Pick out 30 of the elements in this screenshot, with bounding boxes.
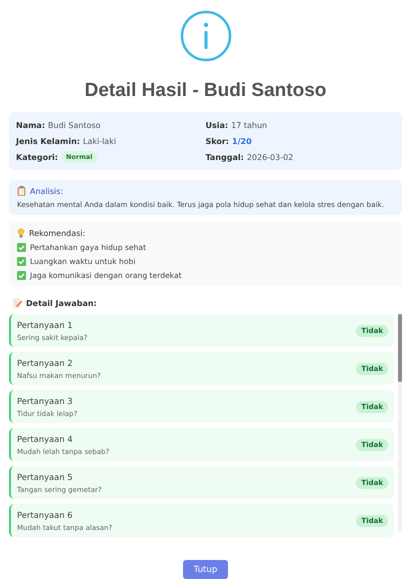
info-label: Tanggal: [206,152,244,162]
info-value: Laki-laki [82,136,116,146]
info-label: Kategori: [16,152,58,162]
memo-icon [13,298,22,308]
question-number: Pertanyaan 5 [17,472,74,482]
dialog-title: Detail Hasil - Budi Santoso [84,80,326,102]
check-icon [17,271,26,280]
info-value: 2026-03-02 [246,152,294,162]
info-value: 17 tahun [231,120,268,130]
clipboard-icon [17,186,26,196]
info-value: Budi Santoso [48,120,101,130]
score-value: 1/20 [232,136,252,146]
question-number: Pertanyaan 4 [17,434,74,444]
info-label: Usia: [206,120,228,130]
question-number: Pertanyaan 6 [17,510,74,520]
lightbulb-icon [17,228,25,238]
info-label: Skor: [206,136,230,146]
check-icon [17,257,26,266]
info-label: Jenis Kelamin: [16,136,80,146]
info-label: Nama: [16,120,46,130]
answers-heading: Detail Jawaban: [26,298,97,308]
scrollbar[interactable] [398,314,402,532]
analysis-heading: Analisis: [30,186,64,196]
close-button[interactable]: Tutup [182,560,228,579]
question-number: Pertanyaan 1 [17,320,74,330]
question-number: Pertanyaan 3 [17,396,74,406]
recommendation-heading: Rekomendasi: [29,228,86,238]
check-icon [17,243,26,252]
question-number: Pertanyaan 2 [17,358,74,368]
info-icon [180,10,232,62]
